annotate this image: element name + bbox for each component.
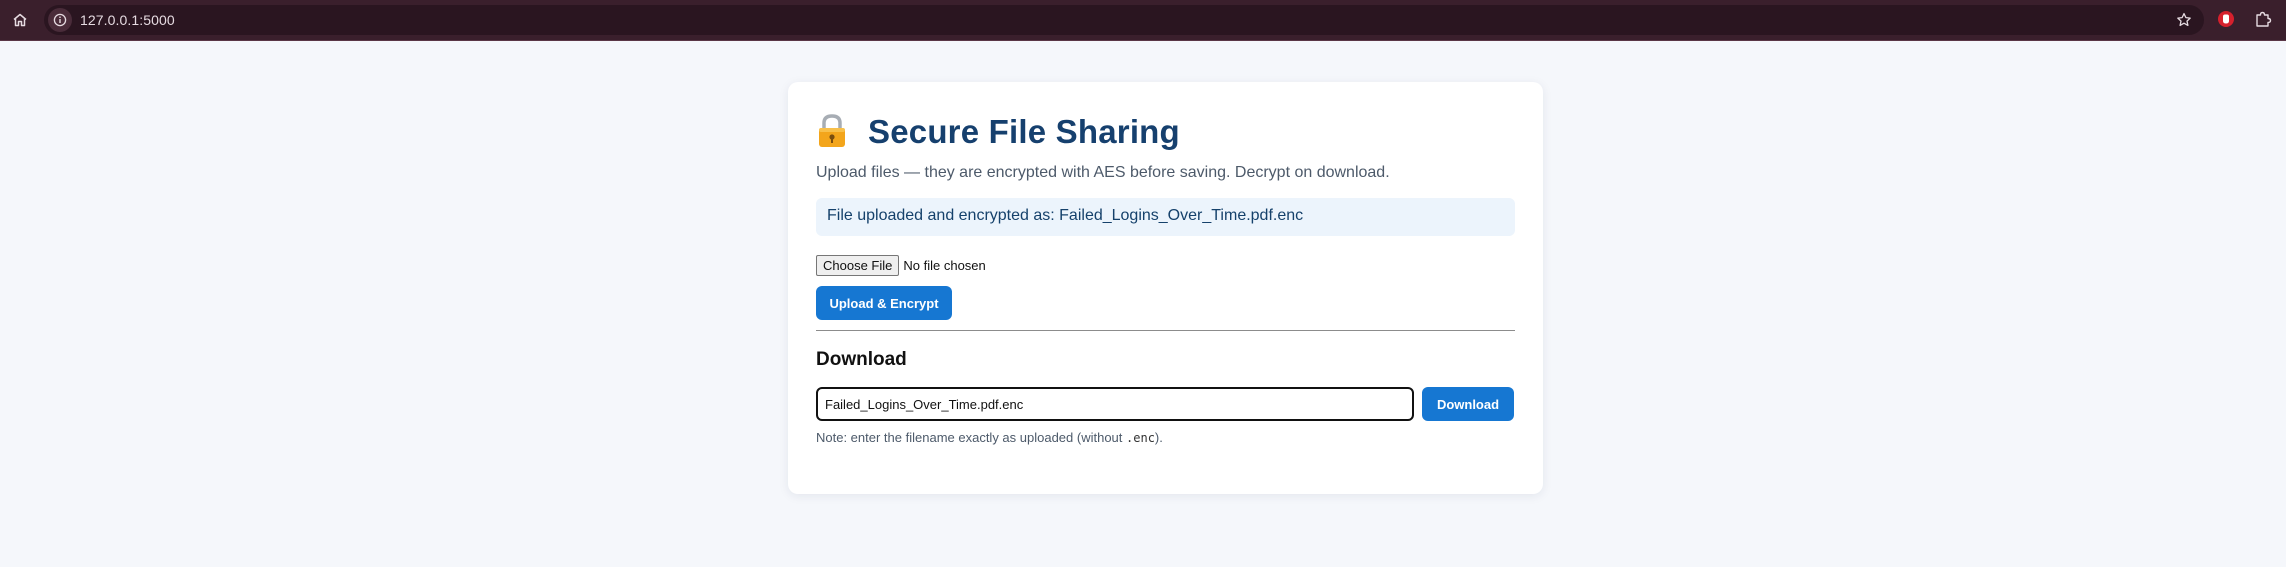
section-divider — [816, 330, 1515, 331]
download-row: Failed_Logins_Over_Time.pdf.enc Download — [816, 387, 1515, 421]
download-note: Note: enter the filename exactly as uplo… — [816, 430, 1515, 445]
bookmark-star-icon[interactable] — [2174, 10, 2194, 30]
site-info-icon[interactable] — [48, 8, 72, 32]
choose-file-button[interactable]: Choose File — [816, 254, 900, 276]
title-row: Secure File Sharing — [816, 110, 1515, 154]
puzzle-extensions-icon[interactable] — [2251, 7, 2275, 31]
page-subtitle: Upload files — they are encrypted with A… — [816, 164, 1390, 181]
lock-icon — [816, 113, 848, 149]
file-picker[interactable]: Choose File No file chosen — [816, 254, 1515, 276]
extension-icon[interactable] — [2214, 7, 2238, 31]
download-heading: Download — [816, 349, 907, 370]
note-prefix: Note: enter the filename exactly as uplo… — [816, 430, 1127, 445]
address-bar[interactable]: 127.0.0.1:5000 — [44, 5, 2204, 35]
url-text: 127.0.0.1:5000 — [80, 12, 175, 28]
filename-input-value: Failed_Logins_Over_Time.pdf.enc — [825, 396, 1024, 412]
page-title: Secure File Sharing — [868, 113, 1180, 150]
home-icon[interactable] — [6, 6, 34, 34]
download-button[interactable]: Download — [1422, 387, 1514, 421]
note-suffix: ). — [1154, 430, 1163, 445]
note-code: .enc — [1126, 431, 1155, 445]
flash-message: File uploaded and encrypted as: Failed_L… — [816, 198, 1515, 236]
main-card: Secure File Sharing Upload files — they … — [788, 82, 1543, 494]
upload-encrypt-button[interactable]: Upload & Encrypt — [816, 286, 952, 320]
no-file-chosen-text: No file chosen — [903, 257, 986, 273]
filename-input[interactable]: Failed_Logins_Over_Time.pdf.enc — [816, 387, 1414, 421]
browser-toolbar: 127.0.0.1:5000 — [0, 0, 2286, 41]
